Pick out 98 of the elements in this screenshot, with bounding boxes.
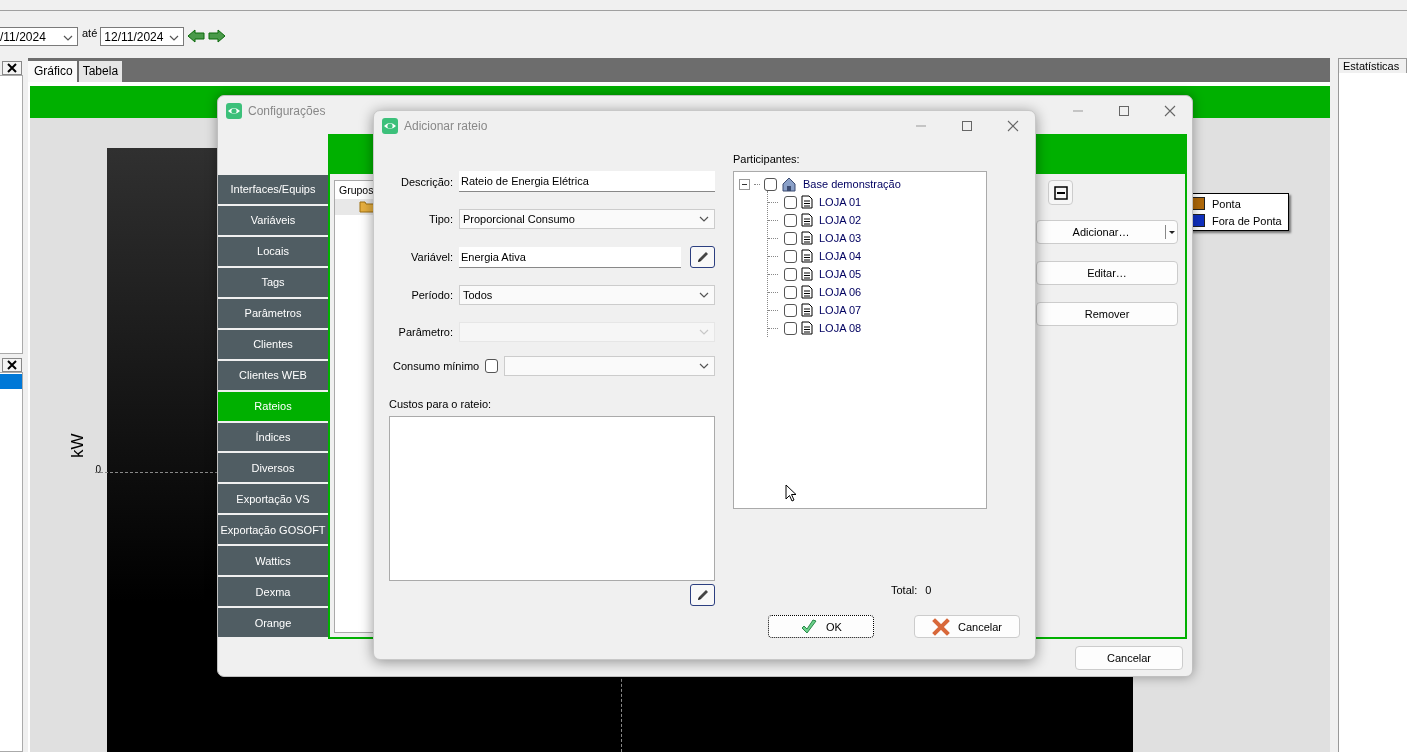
- legend-label: Ponta: [1212, 197, 1241, 210]
- mouse-pointer-icon: [785, 484, 797, 502]
- eye-icon: [382, 118, 398, 134]
- field-label: Período:: [410, 289, 453, 301]
- tab[interactable]: Estatísticas: [1338, 58, 1407, 73]
- tree-item[interactable]: LOJA 03: [819, 232, 862, 244]
- x-icon: [932, 617, 950, 636]
- checkbox[interactable]: [784, 213, 797, 227]
- arrow-right-icon[interactable]: [208, 29, 227, 43]
- tree-item[interactable]: LOJA 01: [819, 196, 862, 208]
- edit-button[interactable]: [690, 584, 715, 606]
- section-label: Custos para o rateio:: [389, 398, 493, 410]
- tab[interactable]: Tabela: [78, 61, 123, 82]
- remove-button[interactable]: Remover: [1036, 302, 1178, 326]
- nav-item[interactable]: Dexma: [218, 577, 328, 609]
- total-value: 0: [925, 584, 932, 596]
- until-label: até: [82, 27, 98, 39]
- dropdown-field[interactable]: [504, 356, 715, 376]
- caret-icon: [698, 215, 710, 223]
- nav-item[interactable]: Exportação VS: [218, 484, 328, 516]
- total-label: Total:: [891, 584, 918, 596]
- cancel-button[interactable]: Cancelar: [914, 615, 1020, 638]
- cancel-button[interactable]: Cancelar: [1075, 646, 1183, 670]
- document-icon: [801, 321, 813, 335]
- caret-icon: [698, 362, 710, 370]
- checkbox[interactable]: [764, 177, 777, 191]
- tree-item[interactable]: LOJA 06: [819, 286, 862, 298]
- nav-item[interactable]: Clientes: [218, 329, 328, 361]
- edit-button[interactable]: [690, 246, 715, 268]
- nav-item[interactable]: Clientes WEB: [218, 360, 328, 392]
- field-label: Consumo mínimo: [393, 360, 480, 372]
- document-icon: [801, 285, 813, 299]
- tree-item[interactable]: LOJA 05: [819, 268, 862, 280]
- checkbox[interactable]: [485, 359, 499, 373]
- window-title: Configurações: [248, 104, 326, 118]
- field-label: Tipo:: [427, 213, 453, 225]
- document-icon: [801, 195, 813, 209]
- close-icon[interactable]: [2, 358, 22, 372]
- checkbox[interactable]: [784, 249, 797, 263]
- add-button[interactable]: Adicionar…: [1036, 220, 1178, 244]
- maximize-icon[interactable]: [1118, 105, 1130, 117]
- expander-icon[interactable]: [739, 178, 750, 190]
- checkbox[interactable]: [784, 303, 797, 317]
- tree-item[interactable]: LOJA 02: [819, 214, 862, 226]
- caret-icon: [698, 291, 710, 299]
- tree-item[interactable]: LOJA 04: [819, 250, 862, 262]
- axis-label: kW: [68, 433, 88, 458]
- dropdown-field[interactable]: Todos: [459, 285, 715, 305]
- dropdown-field[interactable]: Proporcional Consumo: [459, 209, 715, 229]
- section-label: Participantes:: [733, 153, 801, 165]
- text-field[interactable]: Rateio de Energia Elétrica: [459, 171, 715, 192]
- caret-icon: [62, 33, 74, 42]
- nav-item[interactable]: Tags: [218, 267, 328, 299]
- collapse-button[interactable]: [1048, 180, 1073, 205]
- document-icon: [801, 303, 813, 317]
- caret-icon: [698, 328, 710, 336]
- edit-button[interactable]: Editar…: [1036, 261, 1178, 285]
- check-icon: [800, 617, 819, 636]
- close-icon[interactable]: [2, 61, 22, 75]
- document-icon: [801, 213, 813, 227]
- eye-icon: [226, 103, 242, 119]
- field-label: Descrição:: [400, 175, 453, 188]
- maximize-icon[interactable]: [961, 120, 973, 132]
- document-icon: [801, 249, 813, 263]
- nav-item[interactable]: Orange: [218, 608, 328, 640]
- column-header: Grupos: [338, 183, 374, 198]
- window-title: Adicionar rateio: [404, 119, 488, 133]
- text-field[interactable]: Energia Ativa: [459, 246, 681, 268]
- date-field[interactable]: 12/11/2024: [100, 27, 185, 46]
- caret-icon: [168, 33, 181, 42]
- nav-item[interactable]: Interfaces/Equips: [218, 175, 328, 206]
- field-label: Parâmetro:: [397, 326, 453, 338]
- tree-item[interactable]: LOJA 08: [819, 322, 862, 334]
- tree-item[interactable]: LOJA 07: [819, 304, 862, 316]
- house-icon: [781, 176, 797, 192]
- field-label: Variável:: [410, 251, 453, 263]
- legend-label: Fora de Ponta: [1212, 214, 1282, 227]
- folder-icon: [359, 199, 375, 213]
- checkbox[interactable]: [784, 195, 797, 209]
- nav-item[interactable]: Diversos: [218, 453, 328, 485]
- tree-item[interactable]: Base demonstração: [803, 178, 901, 190]
- date-field[interactable]: /11/2024: [0, 27, 78, 46]
- checkbox[interactable]: [784, 267, 797, 281]
- arrow-left-icon[interactable]: [187, 29, 206, 43]
- tab[interactable]: Gráfico: [28, 61, 77, 82]
- nav-item[interactable]: Índices: [218, 422, 328, 454]
- ok-button[interactable]: OK: [768, 615, 874, 638]
- nav-item[interactable]: Locais: [218, 236, 328, 268]
- checkbox[interactable]: [784, 321, 797, 335]
- nav-item[interactable]: Parâmetros: [218, 298, 328, 330]
- checkbox[interactable]: [784, 231, 797, 245]
- document-icon: [801, 231, 813, 245]
- nav-item[interactable]: Exportação GOSOFT: [218, 515, 328, 547]
- minus-box-icon: [1053, 185, 1068, 200]
- checkbox[interactable]: [784, 285, 797, 299]
- document-icon: [801, 267, 813, 281]
- nav-item[interactable]: Wattics: [218, 546, 328, 578]
- nav-item[interactable]: Variáveis: [218, 205, 328, 237]
